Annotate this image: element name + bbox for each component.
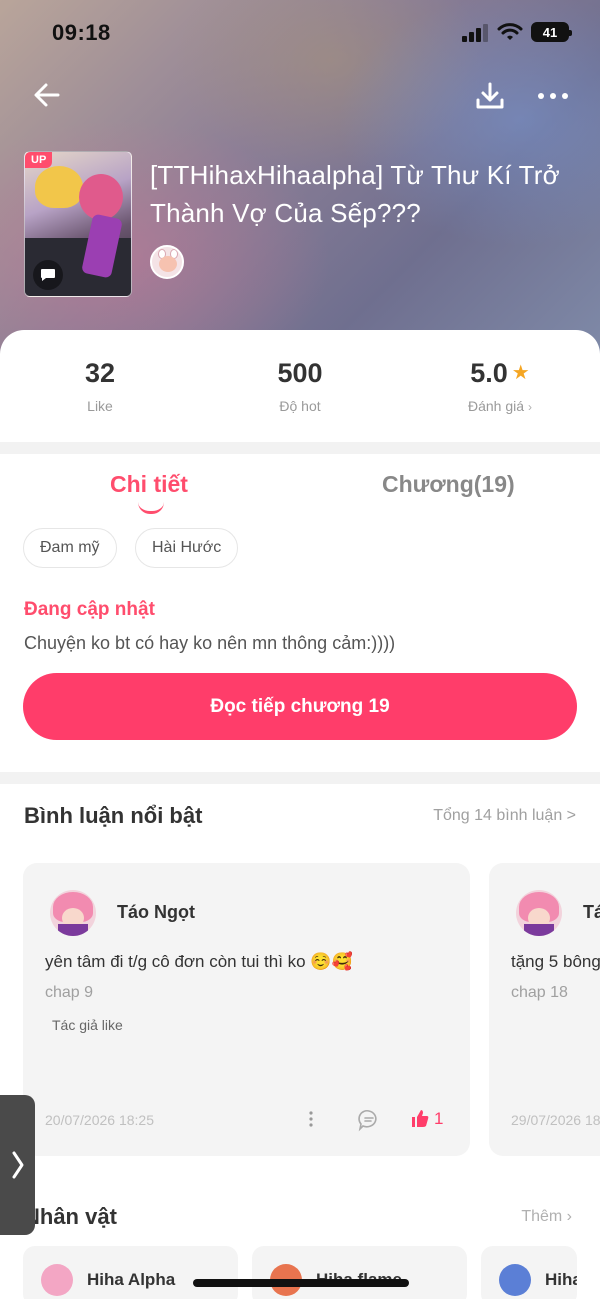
book-cover[interactable]: UP <box>24 151 132 297</box>
book-title: [TTHihaxHihaalpha] Từ Thư Kí Trở Thành V… <box>150 160 560 228</box>
star-icon: ★ <box>511 362 530 384</box>
author-liked-badge: Tác giả like <box>52 1017 123 1033</box>
chevron-right-icon: › <box>566 1208 572 1225</box>
home-indicator[interactable] <box>193 1279 409 1287</box>
more-horizontal-icon[interactable] <box>536 86 570 106</box>
stats-card: 32 Like 500 Độ hot 5.0 ★ Đánh giá › <box>0 330 600 442</box>
commenter-name: Táo Ngọt <box>117 902 195 922</box>
genre-tag[interactable]: Hài Hước <box>135 528 239 568</box>
update-status: Đang cập nhật <box>24 599 155 620</box>
chevron-right-icon <box>12 1151 23 1179</box>
stat-likes: 32 Like <box>84 358 116 414</box>
comment-card[interactable]: Táo Ngọt yên tâm đi t/g cô đơn còn tui t… <box>23 863 470 1156</box>
chevron-right-icon: › <box>528 400 533 414</box>
comment-date: 20/07/2026 18:25 <box>45 1112 154 1128</box>
comment-text: yên tâm đi t/g cô đơn còn tui thì ko ☺️🥰 <box>45 952 353 971</box>
stat-hot: 500 Độ hot <box>277 358 323 414</box>
character-card[interactable]: Hiha Alpha <box>23 1246 238 1299</box>
comment-card[interactable]: Táo Ngọt tặng 5 bông hoa chap 18 29/07/2… <box>489 863 600 1156</box>
battery-icon: 41 <box>531 22 572 42</box>
download-icon[interactable] <box>474 80 506 112</box>
status-bar: 09:18 41 <box>0 18 600 48</box>
like-count: 1 <box>434 1109 444 1128</box>
section-title: Bình luận nổi bật <box>24 803 203 828</box>
genre-tag[interactable]: Đam mỹ <box>23 528 117 568</box>
character-card[interactable]: Hiha flame <box>252 1246 467 1299</box>
reply-icon[interactable] <box>357 1108 381 1132</box>
details-section: Chi tiết Chương(19) Đam mỹ Hài Hước Đang… <box>0 454 600 772</box>
book-description: Chuyện ko bt có hay ko nên mn thông cảm:… <box>24 633 396 653</box>
side-drawer-handle[interactable] <box>0 1095 35 1235</box>
comment-text: tặng 5 bông hoa <box>511 952 600 971</box>
continue-reading-button[interactable]: Đọc tiếp chương 19 <box>23 673 577 740</box>
arrow-left-icon[interactable] <box>32 80 62 110</box>
featured-comments-section: Bình luận nổi bật Tổng 14 bình luận > Tá… <box>0 784 600 1194</box>
avatar[interactable] <box>50 890 96 936</box>
commenter-name: Táo Ngọt <box>583 902 600 922</box>
cellular-signal-icon <box>462 24 490 42</box>
comment-date: 29/07/2026 18:25 <box>511 1112 600 1128</box>
stat-rating[interactable]: 5.0 ★ Đánh giá › <box>400 358 600 414</box>
chat-bubble-icon <box>33 260 63 290</box>
section-title: Nhân vật <box>24 1204 117 1229</box>
update-badge: UP <box>25 152 53 168</box>
wifi-icon <box>497 23 523 40</box>
author-avatar[interactable] <box>150 245 184 279</box>
more-vertical-icon[interactable] <box>305 1109 317 1129</box>
tab-chapters[interactable]: Chương(19) <box>382 471 515 498</box>
avatar <box>499 1264 531 1296</box>
character-card[interactable]: Hiha <box>481 1246 577 1299</box>
active-tab-indicator <box>138 502 164 514</box>
tab-details[interactable]: Chi tiết <box>110 471 188 498</box>
thumbs-up-icon[interactable] <box>411 1108 429 1128</box>
avatar <box>41 1264 73 1296</box>
comment-chapter: chap 9 <box>45 984 94 1001</box>
character-name: Hiha <box>545 1270 577 1289</box>
status-time: 09:18 <box>52 20 111 45</box>
avatar[interactable] <box>516 890 562 936</box>
all-comments-link[interactable]: Tổng 14 bình luận > <box>433 807 576 825</box>
character-name: Hiha Alpha <box>87 1270 176 1289</box>
comment-chapter: chap 18 <box>511 984 568 1001</box>
more-characters-link[interactable]: Thêm › <box>521 1208 572 1226</box>
